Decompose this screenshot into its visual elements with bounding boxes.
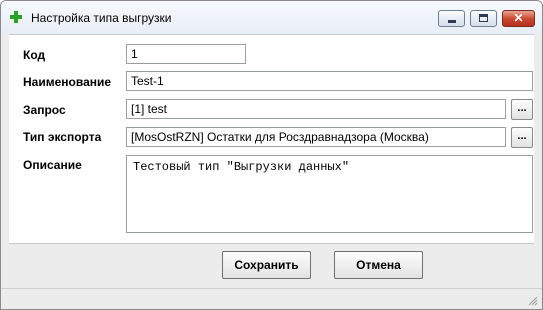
- maximize-icon: [479, 14, 488, 22]
- resize-grip-icon[interactable]: [528, 296, 538, 306]
- description-label: Описание: [23, 158, 82, 172]
- name-input[interactable]: Test-1: [126, 71, 533, 91]
- export-type-input[interactable]: [MosOstRZN] Остатки для Росздравнадзора …: [126, 127, 506, 147]
- maximize-button[interactable]: [470, 10, 497, 27]
- query-browse-button[interactable]: ...: [511, 99, 533, 120]
- name-label: Наименование: [23, 75, 112, 89]
- save-button[interactable]: Сохранить: [222, 251, 311, 279]
- minimize-button[interactable]: [438, 10, 465, 27]
- description-textarea[interactable]: Тестовый тип "Выгрузки данных": [126, 155, 533, 233]
- code-label: Код: [23, 48, 46, 62]
- form-panel: Код 1 Наименование Test-1 Запрос [1] tes…: [9, 34, 534, 244]
- status-bar: [1, 288, 542, 309]
- query-input[interactable]: [1] test: [126, 99, 506, 119]
- export-type-browse-button[interactable]: ...: [511, 127, 533, 148]
- code-input[interactable]: 1: [126, 44, 246, 64]
- close-icon: ✕: [513, 11, 524, 25]
- cancel-button[interactable]: Отмена: [334, 251, 423, 279]
- query-label: Запрос: [23, 103, 66, 117]
- dialog-window: Настройка типа выгрузки ✕ Код 1 Наименов…: [0, 0, 543, 310]
- window-title: Настройка типа выгрузки: [31, 11, 172, 25]
- close-button[interactable]: ✕: [502, 10, 535, 27]
- minimize-icon: [448, 20, 456, 23]
- export-type-label: Тип экспорта: [23, 130, 102, 144]
- title-bar[interactable]: Настройка типа выгрузки ✕: [1, 1, 542, 34]
- app-icon: [10, 11, 22, 23]
